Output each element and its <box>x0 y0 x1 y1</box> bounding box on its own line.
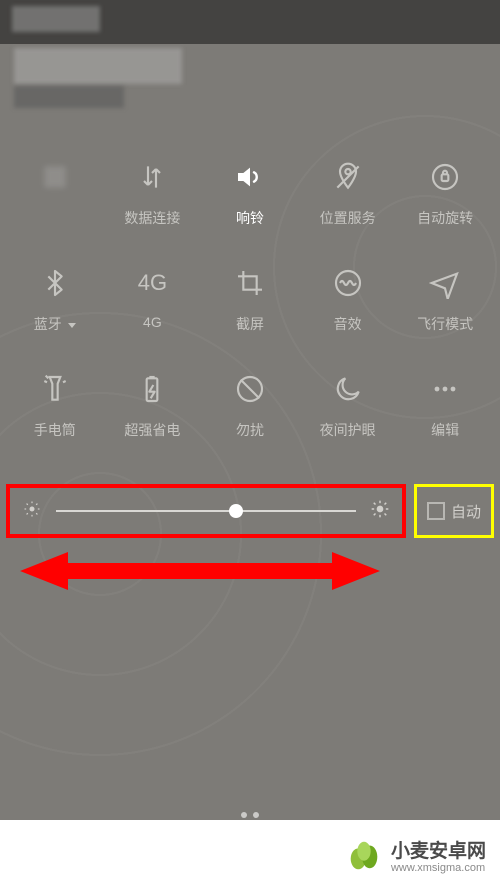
dnd-icon <box>233 372 267 406</box>
tile-label: 响铃 <box>236 208 264 228</box>
tile-label: 蓝牙 <box>34 314 76 334</box>
location-pin-icon <box>331 160 365 194</box>
tile-edit[interactable]: 编辑 <box>396 362 494 468</box>
tile-label: 位置服务 <box>320 208 376 228</box>
auto-brightness-toggle[interactable]: 自动 <box>414 484 494 538</box>
auto-label: 自动 <box>451 501 481 522</box>
tile-night[interactable]: 夜间护眼 <box>299 362 397 468</box>
tile-label: 截屏 <box>236 314 264 334</box>
tile-screenshot[interactable]: 截屏 <box>201 256 299 362</box>
tile-airplane[interactable]: 飞行模式 <box>396 256 494 362</box>
tile-label: 飞行模式 <box>417 314 473 334</box>
watermark-logo-icon <box>345 836 383 874</box>
tile-label: 4G <box>143 314 162 330</box>
tile-unknown-1[interactable] <box>6 150 104 256</box>
tile-4g[interactable]: 4G 4G <box>104 256 202 362</box>
bluetooth-icon <box>38 266 72 300</box>
tile-power-save[interactable]: 超强省电 <box>104 362 202 468</box>
tile-bluetooth[interactable]: 蓝牙 <box>6 256 104 362</box>
tile-location[interactable]: 位置服务 <box>299 150 397 256</box>
lock-rotate-icon <box>428 160 462 194</box>
tile-label: 夜间护眼 <box>320 420 376 440</box>
tile-data-connection[interactable]: 数据连接 <box>104 150 202 256</box>
header-date-redacted <box>14 86 124 108</box>
brightness-slider[interactable] <box>56 510 356 512</box>
tile-label: 勿扰 <box>236 420 264 440</box>
battery-bolt-icon <box>135 372 169 406</box>
more-dots-icon <box>428 372 462 406</box>
header-time-redacted <box>14 48 182 84</box>
watermark-url: www.xmsigma.com <box>391 862 485 874</box>
tile-label: 编辑 <box>431 420 459 440</box>
volume-icon <box>233 160 267 194</box>
tile-label: 超强省电 <box>124 420 180 440</box>
unknown-icon <box>38 160 72 194</box>
brightness-slider-container <box>6 484 406 538</box>
panel-handle[interactable] <box>241 812 259 818</box>
moon-icon <box>331 372 365 406</box>
tile-label: 自动旋转 <box>417 208 473 228</box>
tile-sound-effect[interactable]: 音效 <box>299 256 397 362</box>
data-arrows-icon <box>135 160 169 194</box>
tile-label: 数据连接 <box>124 208 180 228</box>
annotation-arrow <box>20 548 380 594</box>
tile-label: 音效 <box>334 314 362 334</box>
tile-auto-rotate[interactable]: 自动旋转 <box>396 150 494 256</box>
flashlight-icon <box>38 372 72 406</box>
4g-icon: 4G <box>135 266 169 300</box>
tile-sound-ring[interactable]: 响铃 <box>201 150 299 256</box>
crop-icon <box>233 266 267 300</box>
brightness-thumb[interactable] <box>229 504 243 518</box>
watermark-bar: 小麦安卓网 www.xmsigma.com <box>0 820 500 890</box>
watermark-name: 小麦安卓网 <box>391 836 486 863</box>
checkbox-icon <box>427 502 445 520</box>
airplane-icon <box>428 266 462 300</box>
status-bar-redacted <box>12 6 100 32</box>
tile-dnd[interactable]: 勿扰 <box>201 362 299 468</box>
quick-settings-grid: 数据连接 响铃 位置服务 <box>0 150 500 468</box>
tile-flashlight[interactable]: 手电筒 <box>6 362 104 468</box>
tile-label: 手电筒 <box>34 420 76 440</box>
brightness-low-icon <box>22 499 42 524</box>
brightness-high-icon <box>370 499 390 524</box>
sound-wave-icon <box>331 266 365 300</box>
